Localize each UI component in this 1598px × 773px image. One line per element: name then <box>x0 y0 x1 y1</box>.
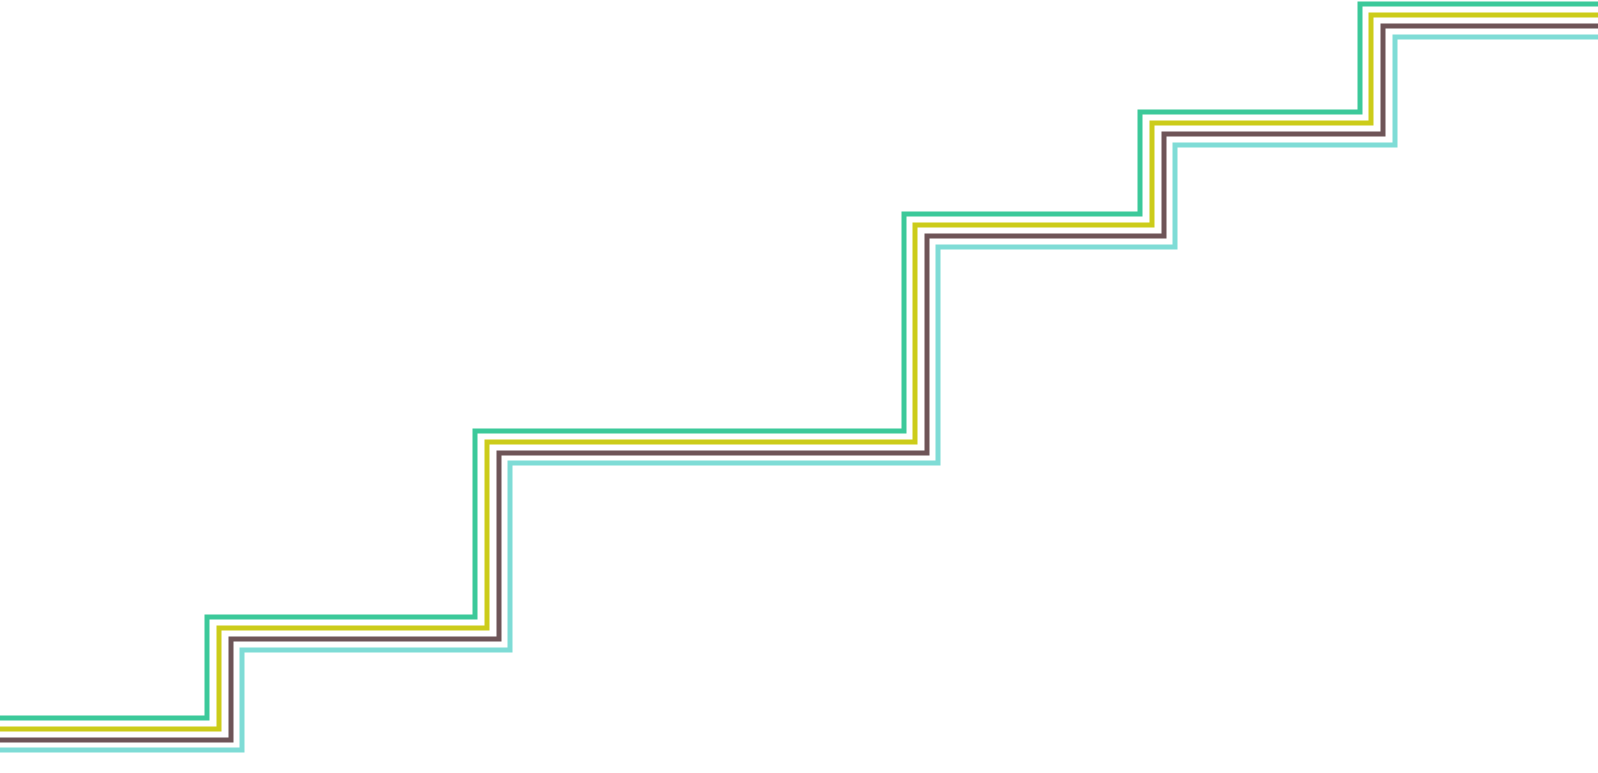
stair-line-brown <box>0 23 1598 743</box>
stair-line-yellow <box>0 12 1598 732</box>
stair-line-cyan <box>0 34 1598 753</box>
decorative-canvas <box>0 0 1598 768</box>
staircase-lines-graphic <box>0 1 1598 753</box>
stair-line-green <box>0 1 1598 721</box>
